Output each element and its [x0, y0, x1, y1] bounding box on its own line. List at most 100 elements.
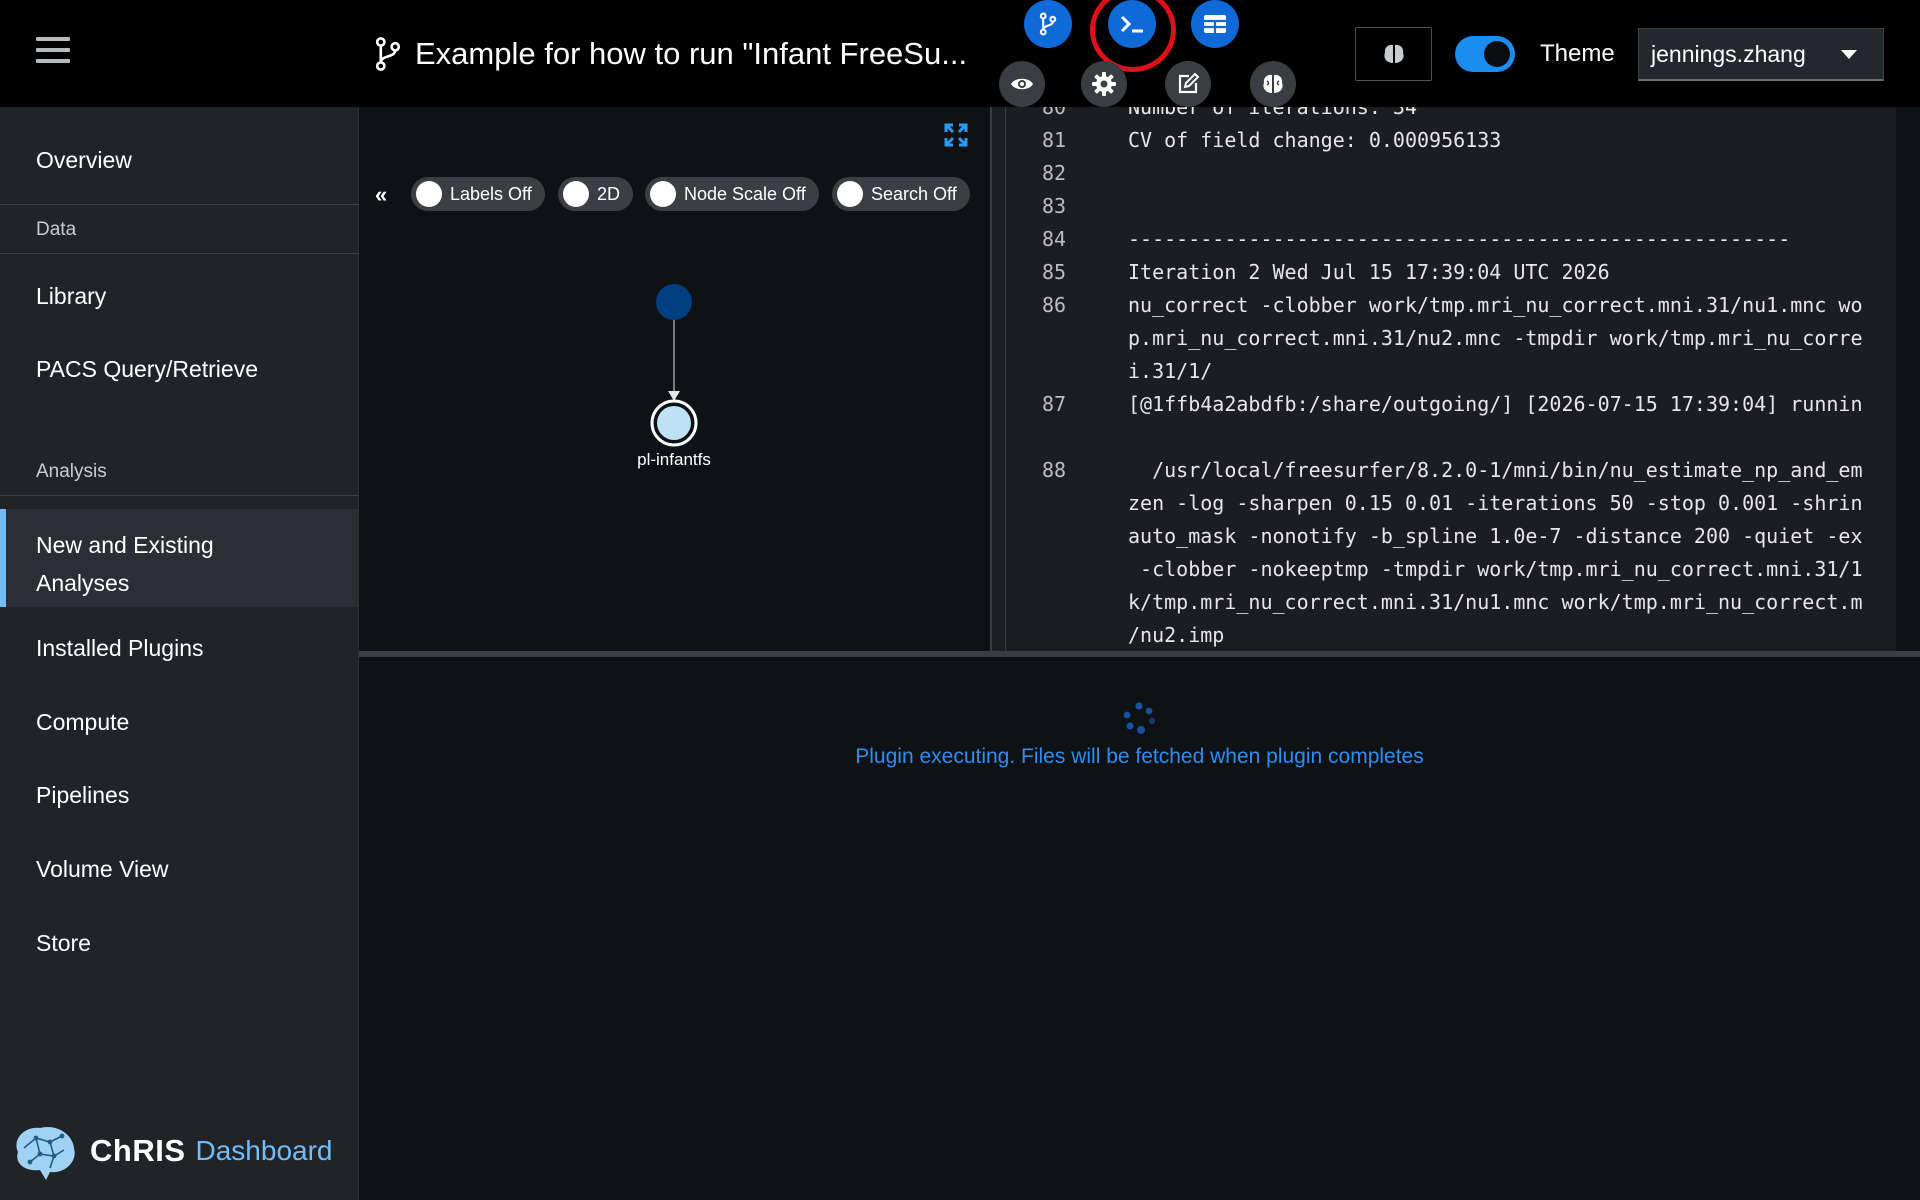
divider [0, 204, 359, 205]
log-line: 80 Number of iterations: 34 [1006, 107, 1896, 128]
sidebar-item-label: PACS Query/Retrieve [36, 356, 258, 382]
page-title: Example for how to run "Infant FreeSu... [415, 36, 968, 71]
log-line: 82 [1006, 161, 1896, 194]
plugin-node-fill [657, 406, 691, 440]
log-line-text: ----------------------------------------… [1128, 227, 1791, 251]
log-line: 81 CV of field change: 0.000956133 [1006, 128, 1896, 161]
brain-toggle-button[interactable] [1355, 27, 1432, 81]
page-title-area: Example for how to run "Infant FreeSu... [373, 34, 967, 74]
sidebar-item-volume-view[interactable]: Volume View [0, 856, 359, 883]
sidebar-item-label: Volume View [36, 856, 169, 882]
brain-icon [1383, 44, 1404, 63]
brain-logo-icon [16, 1126, 75, 1180]
log-line-text: Iteration 2 Wed Jul 15 17:39:04 UTC 2026 [1128, 260, 1610, 284]
sidebar-section-analysis: Analysis [36, 461, 107, 482]
log-line: i.31/1/ [1006, 359, 1896, 392]
log-line: p.mri_nu_correct.mni.31/nu2.mnc -tmpdir … [1006, 326, 1896, 359]
sidebar-item-label: Overview [36, 147, 132, 173]
log-line-text: i.31/1/ [1128, 359, 1213, 383]
sidebar-item-label: Compute [36, 709, 130, 735]
log-line-number: 84 [1042, 227, 1067, 251]
feed-graph [650, 284, 698, 447]
gear-icon [1092, 72, 1116, 96]
log-line: k/tmp.mri_nu_correct.mni.31/nu1.mnc work… [1006, 590, 1896, 623]
sidebar-item-pipelines[interactable]: Pipelines [0, 782, 359, 809]
sidebar-item-library[interactable]: Library [0, 283, 359, 310]
sidebar: Overview Data Library PACS Query/Retriev… [0, 107, 359, 1200]
log-line-number: 81 [1042, 128, 1067, 152]
chris-logo[interactable]: ChRIS Dashboard [10, 1122, 332, 1180]
log-line: 84 --------------------------------------… [1006, 227, 1896, 260]
file-browser-panel: Plugin executing. Files will be fetched … [359, 657, 1920, 1200]
sidebar-item-label: Pipelines [36, 782, 130, 808]
log-line: -clobber -nokeeptmp -tmpdir work/tmp.mri… [1006, 557, 1896, 590]
sidebar-item-label: New and Existing [36, 532, 214, 558]
node-label: pl-infantfs [637, 450, 711, 469]
log-scrollbar[interactable] [1896, 107, 1920, 651]
log-line: zen -log -sharpen 0.15 0.01 -iterations … [1006, 491, 1896, 524]
brain-view-button[interactable] [1250, 61, 1296, 107]
log-line: auto_mask -nonotify -b_spline 1.0e-7 -di… [1006, 524, 1896, 557]
user-name: jennings.zhang [1651, 40, 1806, 67]
vertical-splitter[interactable] [990, 107, 1006, 651]
sidebar-item-label: Library [36, 283, 107, 309]
hamburger-menu-icon[interactable] [36, 37, 70, 67]
sidebar-section-data: Data [36, 219, 77, 240]
table-view-button[interactable] [1191, 0, 1239, 48]
logo-subtext: Dashboard [195, 1135, 333, 1166]
divider [0, 253, 359, 254]
sidebar-item-installed-plugins[interactable]: Installed Plugins [0, 635, 359, 662]
log-line-number: 85 [1042, 260, 1067, 284]
log-line-text: k/tmp.mri_nu_correct.mni.31/nu1.mnc work… [1128, 590, 1863, 614]
user-dropdown[interactable]: jennings.zhang [1638, 28, 1884, 81]
log-line-text: Number of iterations: 34 [1128, 107, 1417, 119]
sidebar-item-label: Store [36, 930, 91, 956]
edit-button[interactable] [1165, 61, 1211, 107]
log-line-number: 86 [1042, 293, 1067, 317]
log-line-number: 87 [1042, 392, 1067, 416]
brain-icon [1263, 74, 1283, 93]
edit-icon [1178, 72, 1200, 94]
feed-graph-panel: « Labels Off 2D Node Scale Off Search Of… [359, 107, 990, 651]
preview-button[interactable] [999, 61, 1045, 107]
table-icon [1204, 15, 1226, 33]
sidebar-item-compute[interactable]: Compute [0, 709, 359, 736]
log-line-number: 88 [1042, 458, 1067, 482]
loading-spinner-icon [1123, 702, 1156, 734]
log-line: 86 nu_correct -clobber work/tmp.mri_nu_co… [1006, 293, 1896, 326]
log-line-text: zen -log -sharpen 0.15 0.01 -iterations … [1128, 491, 1863, 515]
sidebar-item-overview[interactable]: Overview [0, 147, 359, 174]
settings-button[interactable] [1081, 61, 1127, 107]
root-node[interactable] [656, 284, 692, 320]
eye-icon [1011, 78, 1033, 90]
log-line: 87 [@1ffb4a2abdfb:/share/outgoing/] [2026… [1006, 392, 1896, 425]
log-line-number: 80 [1042, 107, 1067, 119]
log-line: 88 /usr/local/freesurfer/8.2.0-1/mni/bin… [1006, 458, 1896, 491]
top-header: Example for how to run "Infant FreeSu... [0, 0, 1920, 107]
plugin-executing-message: Plugin executing. Files will be fetched … [855, 745, 1424, 768]
log-line-text: CV of field change: 0.000956133 [1128, 128, 1502, 152]
log-line-text: auto_mask -nonotify -b_spline 1.0e-7 -di… [1128, 524, 1863, 548]
log-line-text: -clobber -nokeeptmp -tmpdir work/tmp.mri… [1128, 557, 1863, 581]
logo-text: ChRIS [90, 1133, 186, 1168]
sidebar-item-label: Analyses [36, 570, 130, 596]
branch-icon [375, 37, 401, 71]
log-line: 83 [1006, 194, 1896, 227]
log-line: 85 Iteration 2 Wed Jul 15 17:39:04 UTC 20… [1006, 260, 1896, 293]
terminal-log-panel[interactable]: 80 Number of iterations: 34 81 CV of field … [1006, 107, 1896, 651]
terminal-button[interactable] [1108, 0, 1156, 48]
log-line-text: /nu2.imp [1128, 623, 1225, 647]
log-line-text: nu_correct -clobber work/tmp.mri_nu_corr… [1128, 293, 1863, 317]
theme-toggle[interactable] [1455, 36, 1515, 72]
log-line-number: 83 [1042, 194, 1067, 218]
log-line-text: [@1ffb4a2abdfb:/share/outgoing/] [2026-0… [1128, 392, 1863, 416]
log-line-text: p.mri_nu_correct.mni.31/nu2.mnc -tmpdir … [1128, 326, 1863, 350]
terminal-icon [1120, 15, 1143, 33]
sidebar-item-analyses[interactable]: New and Existing Analyses [0, 509, 359, 607]
sidebar-item-pacs[interactable]: PACS Query/Retrieve [0, 356, 359, 383]
theme-label: Theme [1540, 40, 1615, 67]
sidebar-item-store[interactable]: Store [0, 930, 359, 957]
graph-view-button[interactable] [1024, 0, 1072, 48]
sidebar-item-label: Installed Plugins [36, 635, 204, 661]
